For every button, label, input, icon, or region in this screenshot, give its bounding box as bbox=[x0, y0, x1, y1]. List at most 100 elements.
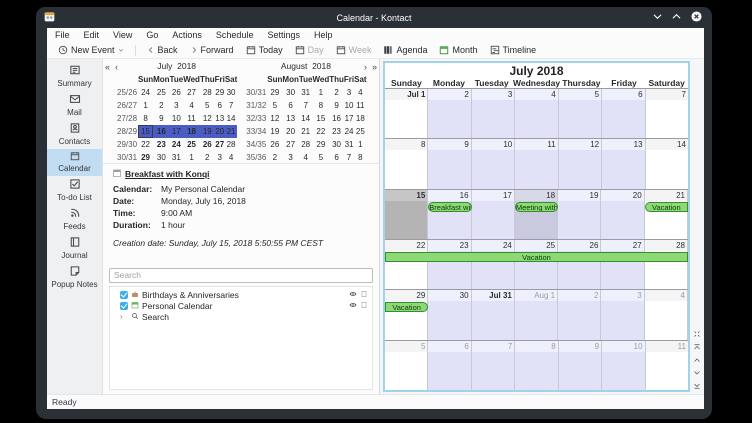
mini-day[interactable]: 24 bbox=[138, 86, 153, 99]
mini-day[interactable]: 29 bbox=[215, 86, 225, 99]
event-bar[interactable]: Meeting with ... bbox=[515, 202, 558, 212]
mini-day[interactable]: 20 bbox=[215, 125, 225, 138]
mini-day[interactable]: 9 bbox=[329, 99, 344, 112]
month-day-cell[interactable]: 9 bbox=[559, 341, 602, 390]
today-button[interactable]: Today bbox=[241, 43, 288, 57]
mini-day[interactable]: 15 bbox=[138, 125, 153, 138]
mini-day[interactable]: 18 bbox=[183, 125, 200, 138]
mini-day[interactable]: 3 bbox=[215, 151, 225, 164]
month-day-cell[interactable]: 4 bbox=[645, 290, 688, 339]
mini-day[interactable]: 28 bbox=[225, 138, 237, 151]
mini-day[interactable]: 23 bbox=[329, 125, 344, 138]
page-icon[interactable] bbox=[360, 290, 368, 300]
mini-day[interactable]: 8 bbox=[354, 151, 366, 164]
mini-day[interactable]: 16 bbox=[153, 125, 169, 138]
month-day-cell[interactable]: 4 bbox=[515, 89, 558, 138]
forward-button[interactable]: Forward bbox=[185, 43, 239, 57]
mini-day[interactable]: 30 bbox=[153, 151, 169, 164]
mini-day[interactable]: 14 bbox=[299, 112, 313, 125]
mini-day[interactable]: 27 bbox=[215, 138, 225, 151]
expander-icon[interactable]: › bbox=[120, 312, 128, 321]
mini-day[interactable]: 31 bbox=[344, 138, 354, 151]
mini-day[interactable]: 25 bbox=[354, 125, 366, 138]
month-day-cell[interactable]: 3 bbox=[601, 290, 644, 339]
month-day-cell[interactable]: 3 bbox=[472, 89, 515, 138]
month-day-cell[interactable]: 11 bbox=[646, 341, 688, 390]
mini-day[interactable]: 10 bbox=[170, 112, 184, 125]
mini-day[interactable]: 26 bbox=[170, 86, 184, 99]
mini-day[interactable]: 30 bbox=[329, 138, 344, 151]
mini-day[interactable]: 3 bbox=[344, 86, 354, 99]
mini-day[interactable]: 15 bbox=[312, 112, 329, 125]
mini-day[interactable]: 20 bbox=[282, 125, 298, 138]
month-day-cell[interactable]: 2 bbox=[558, 290, 601, 339]
mini-day[interactable]: 7 bbox=[344, 151, 354, 164]
title-bar[interactable]: Calendar - Kontact bbox=[36, 7, 712, 28]
calendar-list-item[interactable]: Personal Calendar bbox=[110, 300, 372, 311]
event-title-link[interactable]: Breakfast with Konqi bbox=[125, 169, 210, 179]
mini-day[interactable]: 8 bbox=[312, 99, 329, 112]
menu-item-help[interactable]: Help bbox=[314, 30, 333, 40]
menu-item-schedule[interactable]: Schedule bbox=[216, 30, 254, 40]
mini-day[interactable]: 31 bbox=[299, 86, 313, 99]
mini-day[interactable]: 27 bbox=[183, 86, 200, 99]
mini-day[interactable]: 1 bbox=[354, 138, 366, 151]
mini-day[interactable]: 30 bbox=[282, 86, 298, 99]
month-day-cell[interactable]: 22 bbox=[385, 240, 428, 289]
page-icon[interactable] bbox=[360, 301, 368, 311]
fit-icon[interactable] bbox=[693, 330, 701, 338]
back-button[interactable]: Back bbox=[142, 43, 183, 57]
month-day-cell[interactable]: 14 bbox=[646, 139, 688, 188]
mini-day[interactable]: 5 bbox=[312, 151, 329, 164]
month-day-cell[interactable]: 30 bbox=[428, 290, 471, 339]
mini-day[interactable]: 6 bbox=[282, 99, 298, 112]
mini-day[interactable]: 6 bbox=[215, 99, 225, 112]
month-day-cell[interactable]: 20 bbox=[601, 190, 644, 239]
menu-item-actions[interactable]: Actions bbox=[172, 30, 202, 40]
mini-day[interactable]: 29 bbox=[267, 86, 282, 99]
month-day-cell[interactable]: 11 bbox=[515, 139, 558, 188]
mini-day[interactable]: 28 bbox=[299, 138, 313, 151]
calendar-list-item[interactable]: Birthdays & Anniversaries bbox=[110, 289, 372, 300]
sidebar-item-calendar[interactable]: Calendar bbox=[47, 149, 102, 176]
mini-day[interactable]: 25 bbox=[153, 86, 169, 99]
month-button[interactable]: Month bbox=[434, 43, 482, 57]
menu-item-file[interactable]: File bbox=[55, 30, 70, 40]
mini-day[interactable]: 4 bbox=[354, 86, 366, 99]
month-day-cell[interactable]: 29 bbox=[385, 290, 428, 339]
month-day-cell[interactable]: 23 bbox=[428, 240, 471, 289]
month-day-cell[interactable]: Jul 1 bbox=[385, 89, 428, 138]
mini-day[interactable]: 3 bbox=[282, 151, 298, 164]
month-day-cell[interactable]: 7 bbox=[472, 341, 515, 390]
sidebar-item-to-do-list[interactable]: To-do List bbox=[47, 176, 102, 205]
mini-day[interactable]: 17 bbox=[170, 125, 184, 138]
next-month-button[interactable]: › bbox=[364, 62, 367, 72]
agenda-button[interactable]: Agenda bbox=[378, 43, 432, 57]
month-day-cell[interactable]: 5 bbox=[559, 89, 602, 138]
mini-day[interactable]: 4 bbox=[225, 151, 237, 164]
timeline-button[interactable]: Timeline bbox=[485, 43, 542, 57]
mini-day[interactable]: 7 bbox=[225, 99, 237, 112]
month-day-cell[interactable]: Jul 31 bbox=[472, 290, 515, 339]
month-day-cell[interactable]: 16 bbox=[428, 190, 471, 239]
month-day-cell[interactable]: 12 bbox=[559, 139, 602, 188]
month-day-cell[interactable]: 25 bbox=[515, 240, 558, 289]
mini-day[interactable]: 19 bbox=[267, 125, 282, 138]
mini-day[interactable]: 1 bbox=[183, 151, 200, 164]
minimize-button[interactable] bbox=[653, 12, 662, 23]
month-day-cell[interactable]: 5 bbox=[385, 341, 428, 390]
event-bar[interactable]: Breakfast with... bbox=[428, 202, 471, 212]
month-day-cell[interactable]: 7 bbox=[646, 89, 688, 138]
mini-day[interactable]: 17 bbox=[344, 112, 354, 125]
mini-day[interactable]: 2 bbox=[329, 86, 344, 99]
mini-day[interactable]: 4 bbox=[183, 99, 200, 112]
mini-day[interactable]: 16 bbox=[329, 112, 344, 125]
mini-day[interactable]: 2 bbox=[267, 151, 282, 164]
mini-day[interactable]: 13 bbox=[282, 112, 298, 125]
sidebar-item-journal[interactable]: Journal bbox=[47, 234, 102, 263]
menu-item-go[interactable]: Go bbox=[146, 30, 158, 40]
mini-day[interactable]: 21 bbox=[225, 125, 237, 138]
mini-day[interactable]: 21 bbox=[299, 125, 313, 138]
mini-day[interactable]: 14 bbox=[225, 112, 237, 125]
mini-day[interactable]: 30 bbox=[225, 86, 237, 99]
